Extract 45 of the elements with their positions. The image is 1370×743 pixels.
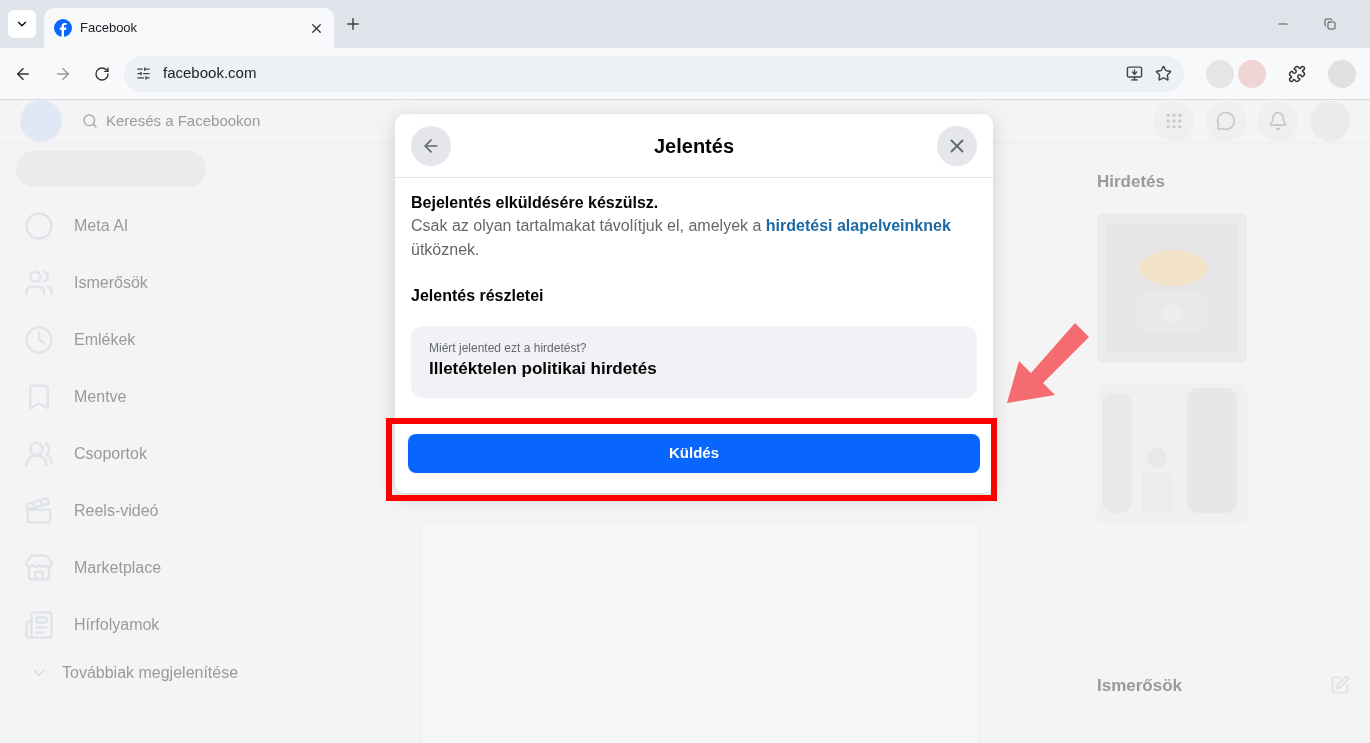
url-text: facebook.com	[163, 63, 257, 84]
notifications-button[interactable]	[1258, 101, 1298, 141]
tab-title: Facebook	[80, 19, 139, 38]
extension-icon[interactable]	[1238, 59, 1266, 88]
bookmark-star-icon[interactable]	[1155, 65, 1172, 82]
sidebar-item[interactable]: Hírfolyamok	[74, 612, 160, 637]
back-button[interactable]	[411, 125, 451, 166]
grid-icon	[1164, 111, 1184, 131]
restore-icon[interactable]	[1324, 18, 1336, 30]
address-bar[interactable]: facebook.com	[124, 55, 1184, 92]
search-placeholder: Keresés a Facebookon	[106, 110, 261, 131]
intro-text: Csak az olyan tartalmakat távolítjuk el, amelyek a hirdetési alapelveinknek ütköznek.	[411, 216, 952, 260]
details-heading: Jelentés részletei	[411, 286, 545, 306]
ad-policy-link[interactable]: hirdetési alapelveinknek	[765, 217, 951, 234]
menu-button[interactable]	[1154, 101, 1194, 141]
sidebar-item[interactable]: Meta AI	[74, 213, 129, 238]
facebook-logo-icon	[54, 19, 72, 37]
chat-bubble-icon	[1216, 111, 1236, 131]
reload-icon[interactable]	[94, 65, 110, 82]
submit-button[interactable]: Küldés	[408, 434, 980, 473]
sidebar-item[interactable]: Emlékek	[74, 327, 136, 352]
show-more-link[interactable]: Továbbiak megjelenítése	[62, 661, 239, 685]
field-label: Miért jelented ezt a hirdetést?	[429, 340, 588, 356]
close-button[interactable]	[937, 125, 977, 166]
search-icon	[82, 113, 98, 129]
sidebar-item[interactable]: Reels-videó	[74, 498, 159, 523]
intro-heading: Bejelentés elküldésére készülsz.	[411, 193, 660, 213]
tab-list-button[interactable]	[8, 10, 36, 38]
sidebar-item[interactable]: Csoportok	[74, 441, 147, 466]
install-app-icon[interactable]	[1126, 65, 1143, 82]
sidebar-item[interactable]: Marketplace	[74, 555, 162, 580]
extensions-icon[interactable]	[1288, 64, 1306, 83]
messenger-button[interactable]	[1206, 101, 1246, 141]
sidebar-item[interactable]: Mentve	[74, 384, 127, 409]
search-field[interactable]: Keresés a Facebookon	[70, 101, 310, 141]
site-settings-icon[interactable]	[136, 66, 151, 81]
reason-field[interactable]: Miért jelented ezt a hirdetést? Illetéktelen politikai hirdetés	[411, 326, 977, 398]
field-value: Illetéktelen politikai hirdetés	[429, 358, 658, 380]
sidebar-item[interactable]: Ismerősök	[74, 270, 148, 295]
new-tab-icon[interactable]	[344, 15, 362, 33]
contacts-heading: Ismerősök	[1097, 674, 1184, 697]
ads-heading: Hirdetés	[1097, 171, 1167, 193]
bell-icon	[1268, 111, 1288, 131]
dialog-title: Jelentés	[653, 133, 735, 159]
browser-tab[interactable]: Facebook	[44, 8, 334, 48]
